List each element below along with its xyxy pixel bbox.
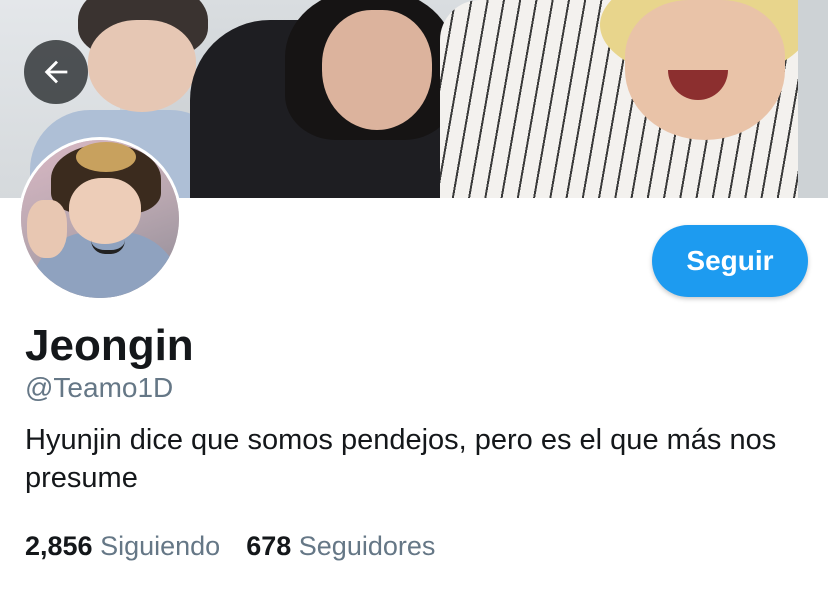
display-name: Jeongin [25,321,194,370]
profile-page: Seguir Jeongin @Teamo1D Hyunjin dice que… [0,0,828,612]
following-count: 2,856 [25,531,93,561]
back-button[interactable] [24,40,88,104]
profile-bio: Hyunjin dice que somos pendejos, pero es… [25,424,777,494]
followers-stat[interactable]: 678 Seguidores [246,528,435,564]
followers-label: Seguidores [298,531,436,561]
avatar-image [21,140,179,298]
following-stat[interactable]: 2,856 Siguiendo [25,528,220,564]
following-label: Siguiendo [100,531,221,561]
arrow-left-icon [44,60,68,84]
profile-stats: 2,856 Siguiendo 678 Seguidores [25,528,435,564]
avatar[interactable] [18,137,182,301]
followers-count: 678 [246,531,292,561]
user-handle: @Teamo1D [25,372,174,403]
follow-button[interactable]: Seguir [652,225,808,297]
